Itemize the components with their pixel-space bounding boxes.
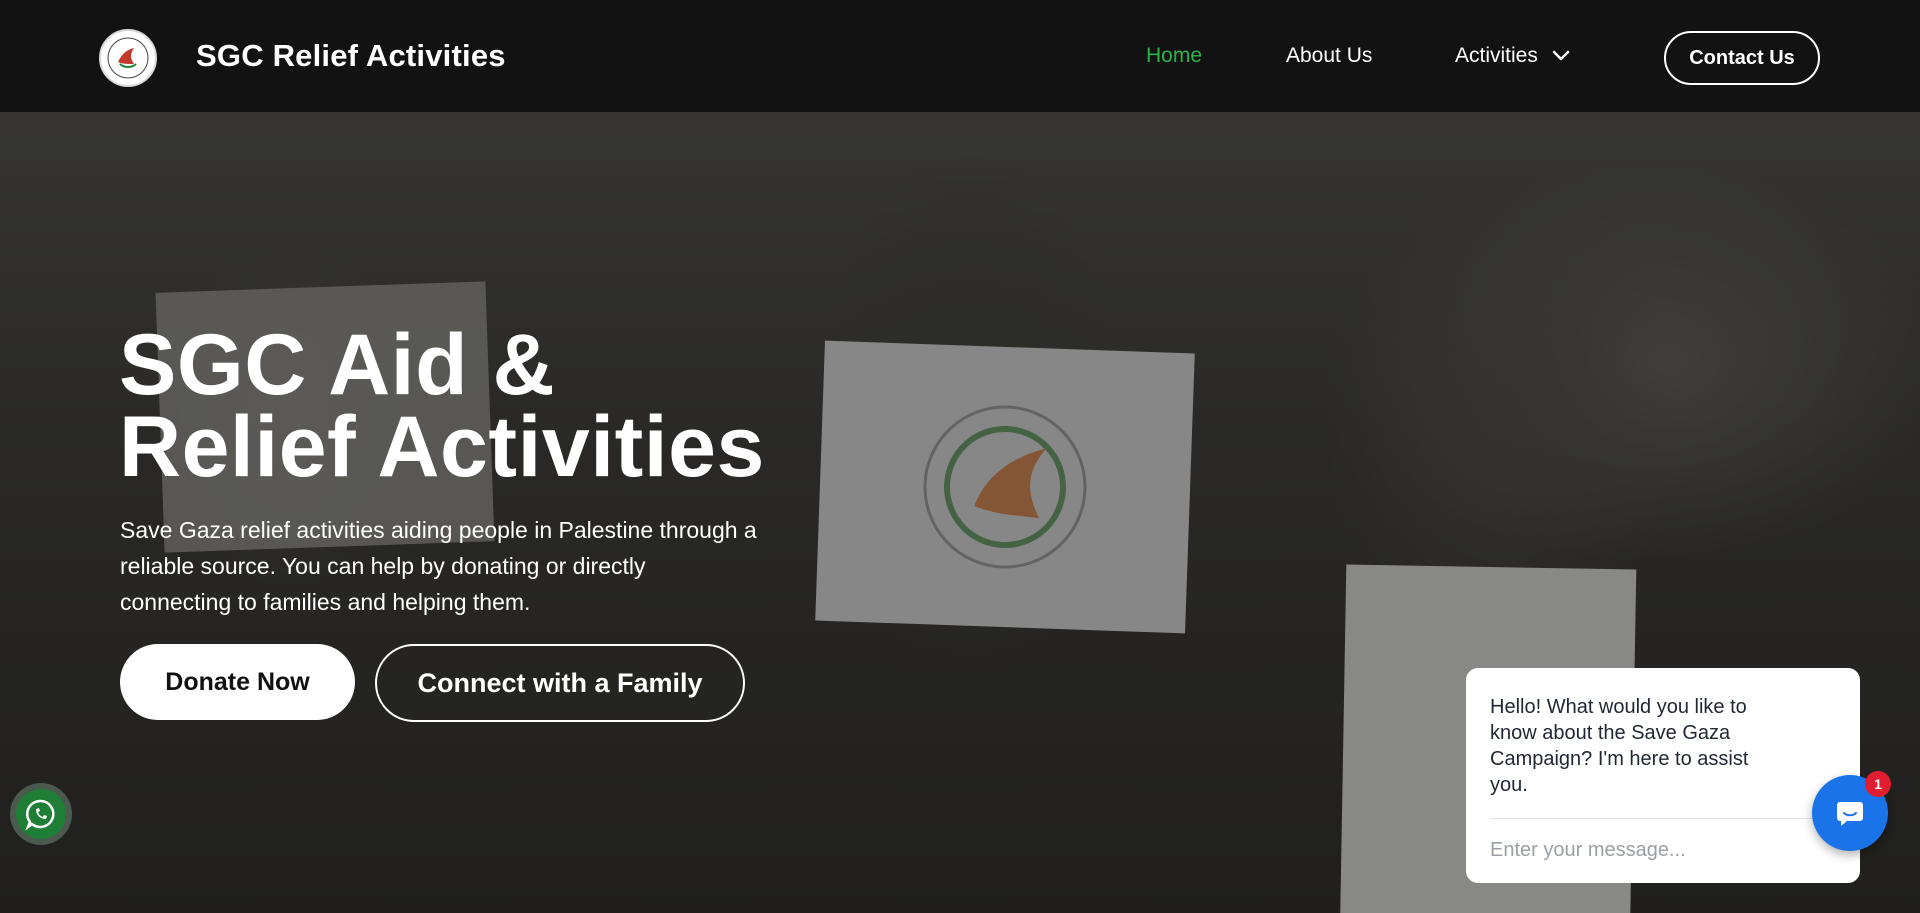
chat-divider [1490,818,1814,819]
hero-description: Save Gaza relief activities aiding peopl… [120,517,757,615]
whatsapp-circle [16,789,66,839]
whatsapp-button[interactable] [10,783,72,845]
chat-popup: Hello! What would you like to know about… [1466,668,1860,883]
hero-title-line2: Relief Activities [119,399,765,495]
donate-now-button[interactable]: Donate Now [120,644,355,720]
brand-title[interactable]: SGC Relief Activities [196,38,506,74]
chat-message-input[interactable] [1490,828,1790,872]
chat-greeting: Hello! What would you like to know about… [1490,696,1749,796]
whatsapp-icon [25,799,55,831]
chevron-down-icon [1552,50,1570,61]
nav-activities-label: Activities [1455,44,1538,67]
site-header: SGC Relief Activities Home About Us Acti… [0,0,1920,112]
nav-activities[interactable]: Activities [1455,44,1570,68]
site-logo[interactable] [99,29,157,87]
nav-home[interactable]: Home [1146,44,1202,68]
nav-about-us[interactable]: About Us [1286,44,1372,68]
chat-notification-badge: 1 [1865,771,1891,797]
chat-bubble-icon [1837,802,1863,826]
connect-with-family-button[interactable]: Connect with a Family [375,644,745,722]
contact-us-button[interactable]: Contact Us [1664,31,1820,85]
hero-title: SGC Aid & Relief Activities [119,322,765,490]
dove-logo-icon [107,37,149,79]
